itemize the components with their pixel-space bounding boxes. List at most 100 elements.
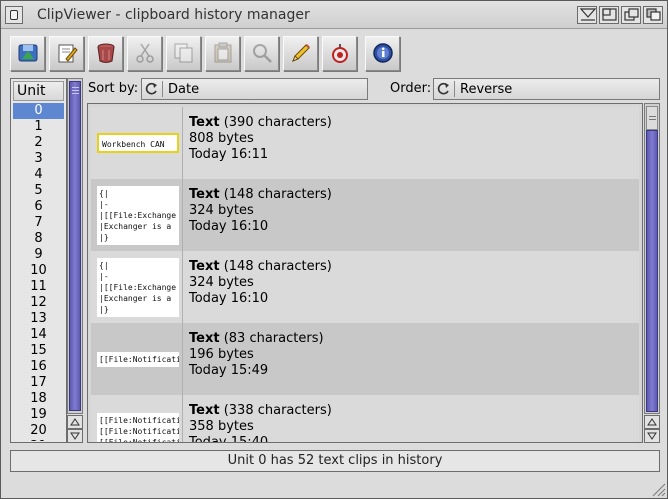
search-icon [253,44,272,63]
clip-row[interactable]: Workbench CAN Text (390 characters) 808 by… [91,107,639,179]
title-bar[interactable]: ClipViewer - clipboard history manager [1,1,667,29]
close-icon [10,10,18,20]
sort-by-cycle[interactable]: Date [141,78,368,100]
bookmark-icon [332,44,348,63]
clip-size: 324 bytes [189,275,254,290]
clip-timestamp: Today 16:10 [189,219,269,234]
unit-list-item[interactable]: 4 [13,167,64,183]
save-button[interactable] [10,36,45,71]
unit-list-item[interactable]: 15 [13,343,64,359]
close-window-button[interactable] [5,6,23,24]
unit-scroll-down-button[interactable] [67,429,83,443]
unit-list-item[interactable]: 0 [13,103,64,119]
unit-list-item[interactable]: 6 [13,199,64,215]
clip-preview-line: |[[File:Exchange [99,211,177,220]
clip-scroll-track-top [646,106,658,130]
zoom-button[interactable] [599,6,619,24]
unit-list-item[interactable]: 14 [13,327,64,343]
unit-list-item[interactable]: 9 [13,247,64,263]
clip-size: 358 bytes [189,419,254,434]
search-button[interactable] [244,36,279,71]
clip-row[interactable]: {| |- |[[File:Exchange |Exchanger is a |} Tex… [91,179,639,251]
unit-list-item[interactable]: 13 [13,311,64,327]
resize-grip-icon[interactable] [649,480,667,498]
clip-type: Text [189,259,220,274]
clip-scroll-up-button[interactable] [644,415,660,429]
clip-scroll-down-button[interactable] [644,429,660,443]
unit-list-item[interactable]: 1 [13,119,64,135]
paste-icon [214,42,232,63]
clip-preview-line: |} [99,233,109,242]
clip-preview-thumbnail: [[File:Notificatic [[File:Notificatic [[Fi… [97,413,179,443]
unit-list-item[interactable]: 7 [13,215,64,231]
unit-list-item[interactable]: 20 [13,423,64,439]
unit-list-item[interactable]: 12 [13,295,64,311]
unit-list-item[interactable]: 21 [13,439,64,441]
clip-row[interactable]: [[File:Notificatic [[File:Notificatic [[Fi… [91,395,639,443]
jump-button[interactable] [621,6,641,24]
sort-by-value: Date [168,82,200,97]
clip-list[interactable]: Workbench CAN Text (390 characters) 808 by… [87,103,643,443]
unit-list-item[interactable]: 5 [13,183,64,199]
clip-preview-line: |} [99,305,109,314]
clip-row[interactable]: [[File:Notificatic Text (83 characters) 19… [91,323,639,395]
unit-list-item[interactable]: 16 [13,359,64,375]
clip-char-count: (338 characters) [223,403,332,418]
unit-scroll-up-button[interactable] [67,415,83,429]
clip-preview-line: {| [99,189,109,198]
clip-preview-thumbnail: {| |- |[[File:Exchange |Exchanger is a |} [97,258,179,317]
arrow-up-icon [70,418,80,426]
paste-button[interactable] [205,36,240,71]
clip-preview-line: [[File:Notificatic [99,416,179,425]
unit-list-item[interactable]: 8 [13,231,64,247]
clip-list-scroll-thumb[interactable] [646,130,658,412]
arrow-down-icon [70,432,80,440]
unit-list-item[interactable]: 10 [13,263,64,279]
copy-button[interactable] [166,36,201,71]
iconify-button[interactable] [577,6,597,24]
edit-clip-button[interactable] [49,36,84,71]
cut-icon [136,43,154,63]
clip-preview-line: |- [99,200,109,209]
clip-info: Text (390 characters) 808 bytes Today 16:1… [189,115,332,163]
clip-list-scrollbar[interactable] [644,103,660,414]
clip-preview-line: |- [99,272,109,281]
about-button[interactable] [365,36,400,71]
delete-button[interactable] [88,36,123,71]
clip-row[interactable]: {| |- |[[File:Exchange |Exchanger is a |} Tex… [91,251,639,323]
depth-icon [646,8,661,21]
unit-list-item[interactable]: 11 [13,279,64,295]
depth-button[interactable] [643,6,663,24]
clip-preview-line: [[File:Notificatic [99,438,179,443]
rename-button[interactable] [283,36,318,71]
unit-list-item[interactable]: 2 [13,135,64,151]
cut-button[interactable] [127,36,162,71]
unit-list-item[interactable]: 19 [13,407,64,423]
clip-timestamp: Today 15:40 [189,435,269,443]
clip-preview-line: [[File:Notificatic [99,427,179,436]
clip-info: Text (338 characters) 358 bytes Today 15:4… [189,403,332,443]
unit-list-scroll-thumb[interactable] [69,81,81,411]
cycle-icon [145,82,157,95]
bookmark-button[interactable] [322,36,357,71]
unit-list-scrollbar[interactable] [67,78,83,414]
order-cycle[interactable]: Reverse [433,78,660,100]
info-icon [373,43,393,63]
edit-icon [58,44,78,63]
clip-type: Text [189,115,220,130]
clip-preview-line: Workbench CAN [102,140,165,149]
unit-list-item[interactable]: 3 [13,151,64,167]
arrow-down-icon [647,432,657,440]
clip-preview-line: |Exchanger is a [99,222,172,231]
clip-timestamp: Today 16:11 [189,147,269,162]
cycle-icon [437,82,449,95]
clip-info: Text (83 characters) 196 bytes Today 15:49 [189,331,324,379]
unit-list-item[interactable]: 18 [13,391,64,407]
unit-column-header[interactable]: Unit [13,81,64,101]
unit-list[interactable]: 0123456789101112131415161718192021 [13,103,64,441]
unit-list-item[interactable]: 17 [13,375,64,391]
copy-icon [174,43,193,63]
delete-icon [97,43,115,63]
clip-preview-line: {| [99,261,109,270]
clip-preview-line: [[File:Notificatic [99,355,179,364]
